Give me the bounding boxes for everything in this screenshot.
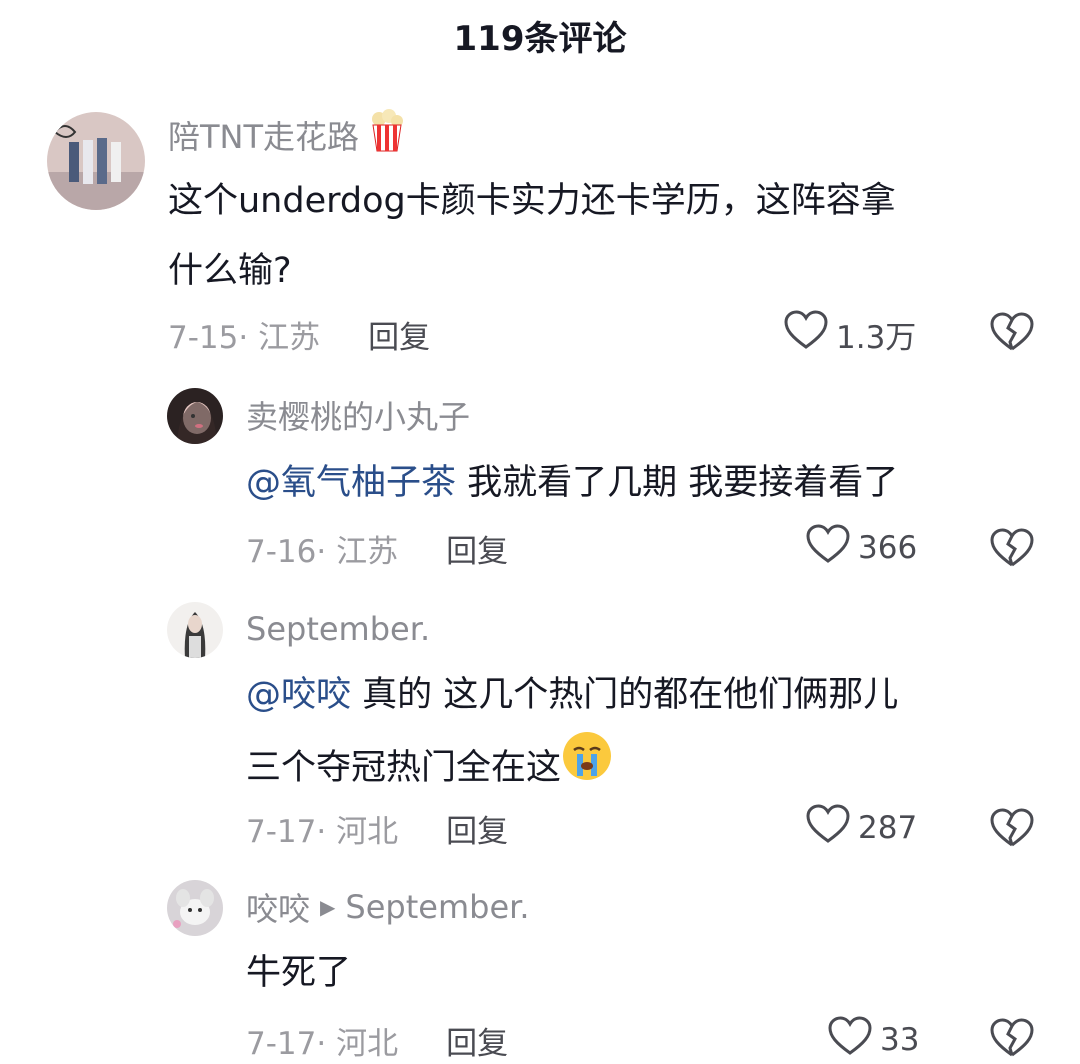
avatar[interactable] bbox=[167, 388, 223, 444]
author-name[interactable]: September. bbox=[246, 606, 430, 652]
comment-meta: 7-16· 江苏 回复 bbox=[246, 524, 508, 572]
comment-text: 牛死了 bbox=[246, 938, 1046, 1008]
dislike-button[interactable] bbox=[990, 1018, 1034, 1062]
mention-link[interactable]: @氧气柚子茶 bbox=[246, 463, 456, 503]
broken-heart-icon bbox=[990, 808, 1034, 852]
avatar[interactable] bbox=[47, 112, 145, 210]
comment-meta: 7-15· 江苏 回复 bbox=[168, 310, 430, 358]
like-button[interactable]: 33 bbox=[828, 1016, 919, 1064]
author-label: 卖樱桃的小丸子 bbox=[246, 398, 471, 436]
broken-heart-icon bbox=[990, 528, 1034, 572]
dislike-button[interactable] bbox=[990, 808, 1034, 852]
reply-button[interactable]: 回复 bbox=[446, 1018, 508, 1063]
reply-button[interactable]: 回复 bbox=[446, 526, 508, 571]
comment-text: 这个underdog卡颜卡实力还卡学历，这阵容拿 什么输? bbox=[168, 166, 1028, 306]
author-name[interactable]: 陪TNT走花路 bbox=[168, 109, 405, 161]
date-location: 7-16· 江苏 bbox=[246, 533, 399, 570]
like-button[interactable]: 1.3万 bbox=[784, 310, 916, 358]
like-button[interactable]: 366 bbox=[806, 524, 917, 572]
reply-to-name[interactable]: September. bbox=[345, 888, 529, 926]
heart-icon bbox=[828, 1016, 872, 1064]
crying-face-icon bbox=[561, 730, 613, 806]
author-label: 陪TNT走花路 bbox=[168, 118, 360, 156]
reply-arrow-icon: ▶ bbox=[320, 895, 336, 919]
heart-icon bbox=[806, 524, 850, 572]
heart-icon bbox=[806, 804, 850, 852]
comment-text: @氧气柚子茶 我就看了几期 我要接着看了 bbox=[246, 448, 1046, 518]
author-label: 咬咬 bbox=[246, 890, 311, 928]
author-name[interactable]: 卖樱桃的小丸子 bbox=[246, 392, 470, 438]
dislike-button[interactable] bbox=[990, 528, 1034, 572]
like-count: 33 bbox=[880, 1022, 920, 1058]
reply-button[interactable]: 回复 bbox=[368, 312, 430, 357]
author-name[interactable]: 咬咬 ▶ September. bbox=[246, 884, 530, 930]
comment-meta: 7-17· 河北 回复 bbox=[246, 1016, 508, 1064]
like-count: 1.3万 bbox=[836, 319, 917, 356]
comments-count-title: 119条评论 bbox=[453, 18, 627, 59]
like-button[interactable]: 287 bbox=[806, 804, 917, 852]
broken-heart-icon bbox=[990, 312, 1034, 356]
author-label: September. bbox=[246, 610, 431, 648]
like-count: 366 bbox=[858, 530, 918, 566]
comment-text-line: 这个underdog卡颜卡实力还卡学历，这阵容拿 bbox=[168, 181, 896, 221]
comment-text-line: 真的 这几个热门的都在他们俩那儿 bbox=[351, 675, 899, 715]
mention-link[interactable]: @咬咬 bbox=[246, 675, 351, 715]
comment-meta: 7-17· 河北 回复 bbox=[246, 804, 508, 852]
comment-text: @咬咬 真的 这几个热门的都在他们俩那儿 三个夺冠热门全在这 bbox=[246, 660, 1046, 806]
date-location: 7-17· 河北 bbox=[246, 1025, 399, 1062]
date-location: 7-17· 河北 bbox=[246, 813, 399, 850]
avatar[interactable] bbox=[167, 880, 223, 936]
avatar[interactable] bbox=[167, 602, 223, 658]
comment-text-line: 我就看了几期 我要接着看了 bbox=[456, 463, 899, 503]
broken-heart-icon bbox=[990, 1018, 1034, 1062]
comment-text-line: 三个夺冠热门全在这 bbox=[246, 748, 562, 788]
comment-text-line: 牛死了 bbox=[246, 953, 352, 993]
heart-icon bbox=[784, 310, 828, 358]
reply-button[interactable]: 回复 bbox=[446, 806, 508, 851]
like-count: 287 bbox=[858, 810, 918, 846]
dislike-button[interactable] bbox=[990, 312, 1034, 356]
comment-text-line: 什么输? bbox=[168, 251, 292, 291]
popcorn-icon bbox=[369, 109, 405, 161]
date-location: 7-15· 江苏 bbox=[168, 319, 321, 356]
